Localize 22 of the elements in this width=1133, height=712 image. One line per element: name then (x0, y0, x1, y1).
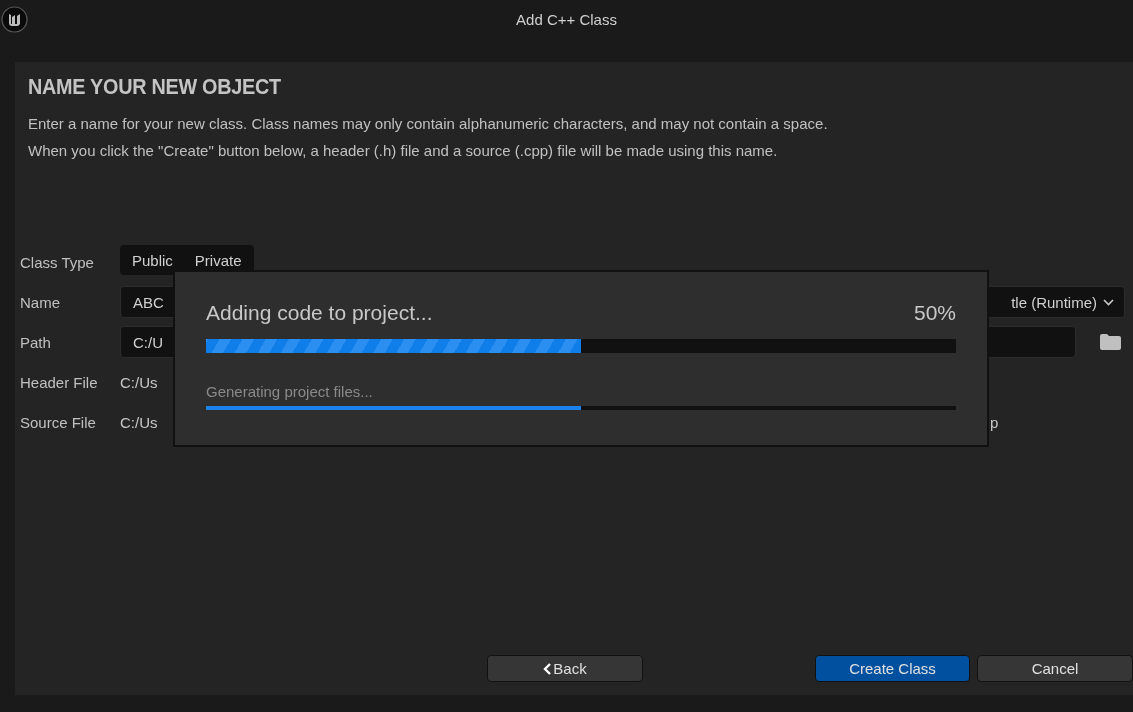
logo-icon (1, 6, 28, 33)
field-label: Header File (20, 373, 99, 391)
chevron-left-icon (543, 662, 553, 675)
description-text: Enter a name for your new class. Class names may only contain alphanumeric characters, and may not contain a space. (28, 114, 829, 134)
create-class-button[interactable]: Create Class (815, 655, 970, 682)
field-label: Class Type (20, 253, 95, 271)
progress-status: Generating project files... (206, 383, 374, 400)
heading: NAME YOUR NEW OBJECT (28, 74, 282, 100)
cancel-button[interactable]: Cancel (977, 655, 1133, 682)
window-title: Add C++ Class (516, 11, 617, 28)
description-text: When you click the "Create" button below, a header (.h) file and a source (.cpp) file will be made using this name. (28, 141, 779, 161)
progress-title: Adding code to project... (206, 301, 433, 325)
field-label: Path (20, 333, 52, 351)
source-file-path-end: p (990, 413, 1000, 431)
header-file-path: C:/Us (120, 373, 158, 391)
chevron-down-icon (1103, 298, 1114, 306)
field-label: Source File (20, 413, 97, 431)
class-type-toggle[interactable]: Public Private (120, 245, 254, 275)
field-label: Name (20, 293, 61, 311)
folder-icon[interactable] (1100, 334, 1121, 350)
back-button[interactable]: Back (487, 655, 643, 682)
source-file-path: C:/Us (120, 413, 158, 431)
